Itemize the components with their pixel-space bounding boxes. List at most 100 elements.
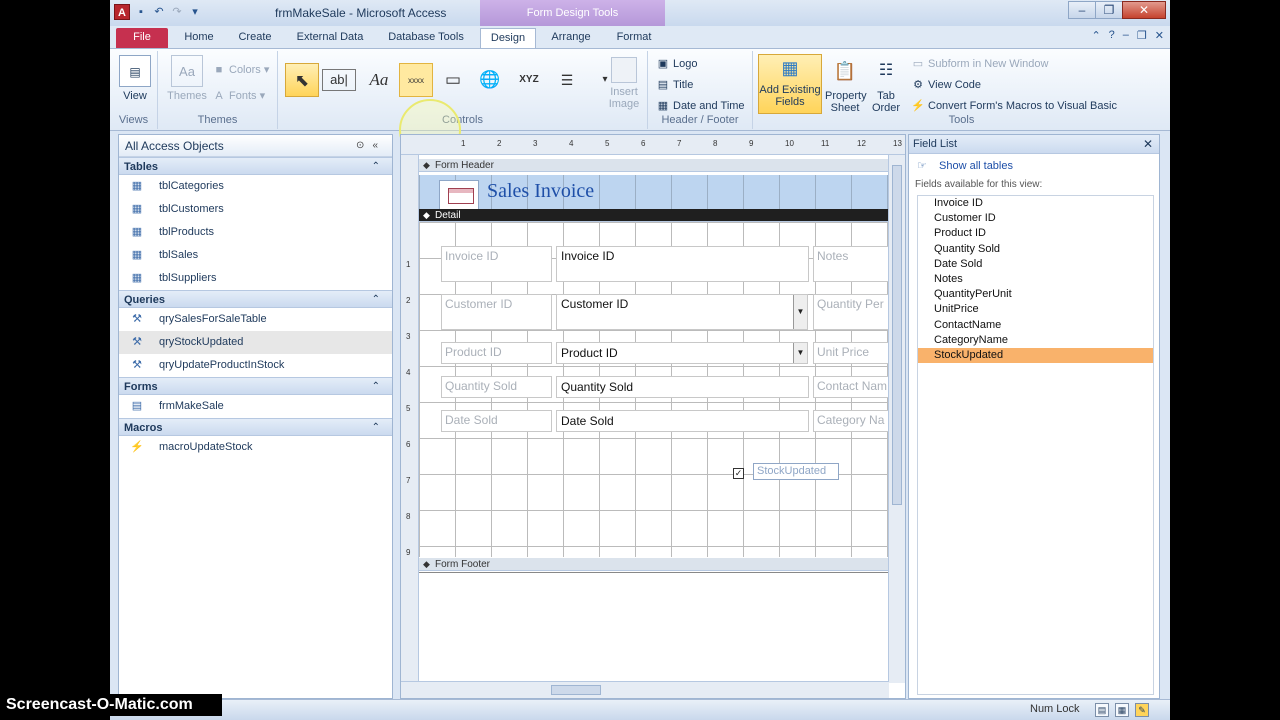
tab-home[interactable]: Home — [176, 28, 222, 48]
tab-order-button[interactable]: ☷ Tab Order — [869, 55, 903, 114]
view-code-button[interactable]: ⚙ View Code — [911, 78, 981, 92]
nav-item[interactable]: ⚒ qrySalesForSaleTable — [119, 308, 392, 331]
nav-section-forms[interactable]: Forms ⌃ — [119, 377, 392, 395]
collapse-section-icon[interactable]: ⌃ — [372, 291, 380, 309]
nav-item[interactable]: ⚒ qryUpdateProductInStock — [119, 354, 392, 377]
field-list-item[interactable]: Quantity Sold — [918, 242, 1153, 257]
nav-header[interactable]: All Access Objects ⊙« — [119, 135, 392, 157]
field-list-item[interactable]: ContactName — [918, 318, 1153, 333]
field-label[interactable]: Quantity Per — [813, 294, 893, 330]
designer-horizontal-scrollbar[interactable] — [401, 681, 889, 698]
help-icon[interactable]: ? — [1109, 29, 1115, 42]
nav-collapse-icon[interactable]: « — [372, 140, 386, 151]
field-list-item[interactable]: UnitPrice — [918, 302, 1153, 317]
nav-section-tables[interactable]: Tables ⌃ — [119, 157, 392, 175]
field-list-item[interactable]: Customer ID — [918, 211, 1153, 226]
collapse-section-icon[interactable]: ⌃ — [372, 158, 380, 176]
nav-item[interactable]: ▦ tblCategories — [119, 175, 392, 198]
convert-macros-button[interactable]: ⚡ Convert Form's Macros to Visual Basic — [911, 99, 1117, 113]
redo-icon[interactable]: ↷ — [170, 5, 184, 19]
nav-item[interactable]: ▦ tblCustomers — [119, 198, 392, 221]
tab-design[interactable]: Design — [480, 28, 536, 48]
fonts-button[interactable]: A Fonts ▾ — [212, 89, 265, 103]
tab-external-data[interactable]: External Data — [290, 28, 370, 48]
customize-qat-icon[interactable]: ▾ — [188, 5, 202, 19]
field-label[interactable]: Date Sold — [441, 410, 552, 432]
field-label[interactable]: Category Na — [813, 410, 893, 432]
nav-menu-icon[interactable]: ⊙ — [356, 140, 372, 151]
undo-icon[interactable]: ↶ — [152, 5, 166, 19]
collapse-section-icon[interactable]: ⌃ — [372, 378, 380, 396]
close-icon[interactable]: ✕ — [1122, 1, 1166, 19]
select-pointer-icon[interactable]: ⬉ — [285, 63, 319, 97]
stock-updated-checkbox[interactable]: ✓ — [733, 468, 744, 479]
field-label[interactable]: Invoice ID — [441, 246, 552, 282]
field-list-item[interactable]: QuantityPerUnit — [918, 287, 1153, 302]
title-button[interactable]: ▤ Title — [656, 78, 694, 92]
nav-item[interactable]: ⚡ macroUpdateStock — [119, 436, 392, 459]
field-label[interactable]: Contact Nam — [813, 376, 893, 398]
field-label[interactable]: Unit Price — [813, 342, 893, 364]
tab-create[interactable]: Create — [232, 28, 278, 48]
form-view-icon[interactable]: ▤ — [1095, 703, 1109, 717]
combo-box[interactable]: Customer ID ▼ — [556, 294, 808, 330]
option-group-icon[interactable]: XYZ — [512, 63, 546, 97]
field-list-item[interactable]: CategoryName — [918, 333, 1153, 348]
show-all-tables-link[interactable]: ☞ Show all tables — [917, 158, 1159, 174]
design-view-icon[interactable]: ✎ — [1135, 703, 1149, 717]
tab-database-tools[interactable]: Database Tools — [384, 28, 468, 48]
save-icon[interactable]: ▪ — [134, 5, 148, 19]
restore-icon[interactable]: ❐ — [1095, 1, 1123, 19]
field-list-close-icon[interactable]: ✕ — [1143, 135, 1153, 154]
detail-bar[interactable]: ◆ Detail — [419, 209, 889, 222]
field-label[interactable]: Quantity Sold — [441, 376, 552, 398]
designer-vertical-scrollbar[interactable] — [888, 155, 905, 683]
horizontal-scroll-thumb[interactable] — [551, 685, 601, 695]
form-title[interactable]: Sales Invoice — [487, 180, 594, 203]
field-label[interactable]: Product ID — [441, 342, 552, 364]
text-box[interactable]: Date Sold — [556, 410, 809, 432]
page-break-icon[interactable]: ☰ — [550, 63, 584, 97]
insert-image-button[interactable]: Insert Image — [603, 57, 645, 110]
field-label[interactable]: Customer ID — [441, 294, 552, 330]
doc-close-icon[interactable]: ✕ — [1155, 29, 1164, 42]
themes-button[interactable]: Aa Themes — [166, 55, 208, 102]
collapse-section-icon[interactable]: ⌃ — [372, 419, 380, 437]
text-box[interactable]: Invoice ID — [556, 246, 809, 282]
tab-format[interactable]: Format — [608, 28, 660, 48]
date-time-button[interactable]: ▦ Date and Time — [656, 99, 745, 113]
nav-item[interactable]: ▦ tblSales — [119, 244, 392, 267]
field-list-item[interactable]: Invoice ID — [918, 196, 1153, 211]
tab-control-icon[interactable]: ▭ — [436, 63, 470, 97]
add-existing-fields-button[interactable]: ▦ Add Existing Fields — [758, 54, 822, 114]
textbox-control-icon[interactable]: ab| — [322, 69, 356, 91]
nav-item[interactable]: ▤ frmMakeSale — [119, 395, 392, 418]
button-control-icon[interactable]: xxxx — [399, 63, 433, 97]
doc-minimize-icon[interactable]: – — [1123, 29, 1129, 42]
tab-file[interactable]: File — [116, 28, 168, 48]
access-app-icon[interactable]: A — [114, 4, 130, 20]
field-list-item[interactable]: Date Sold — [918, 257, 1153, 272]
field-list-item[interactable]: Notes — [918, 272, 1153, 287]
label-control-icon[interactable]: Aa — [362, 63, 396, 97]
text-box[interactable]: Quantity Sold — [556, 376, 809, 398]
field-list-item[interactable]: StockUpdated — [918, 347, 1153, 364]
tab-arrange[interactable]: Arrange — [544, 28, 598, 48]
property-sheet-button[interactable]: 📋 Property Sheet — [825, 55, 867, 114]
layout-view-icon[interactable]: ▦ — [1115, 703, 1129, 717]
colors-button[interactable]: ■ Colors ▾ — [212, 63, 270, 77]
nav-section-queries[interactable]: Queries ⌃ — [119, 290, 392, 308]
hyperlink-control-icon[interactable]: 🌐 — [473, 63, 507, 97]
combo-box[interactable]: Product ID ▼ — [556, 342, 808, 364]
nav-item[interactable]: ▦ tblProducts — [119, 221, 392, 244]
dropdown-arrow-icon[interactable]: ▼ — [793, 295, 807, 329]
stock-updated-label[interactable]: StockUpdated — [753, 463, 839, 480]
dropdown-arrow-icon[interactable]: ▼ — [793, 343, 807, 363]
nav-item[interactable]: ⚒ qryStockUpdated — [119, 331, 392, 354]
field-list-item[interactable]: Product ID — [918, 226, 1153, 241]
doc-restore-icon[interactable]: ❐ — [1137, 29, 1147, 42]
vertical-scroll-thumb[interactable] — [892, 165, 902, 505]
field-label[interactable]: Notes — [813, 246, 893, 282]
form-footer-bar[interactable]: ◆ Form Footer — [419, 558, 889, 571]
minimize-icon[interactable]: – — [1068, 1, 1096, 19]
